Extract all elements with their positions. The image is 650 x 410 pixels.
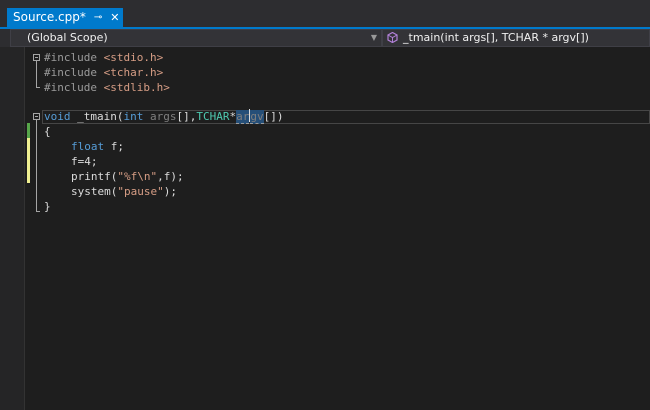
function-label: _tmain(int args[], TCHAR * argv[]): [403, 31, 589, 44]
chevron-down-icon[interactable]: ▼: [371, 30, 377, 46]
editor-gutter: [0, 47, 24, 410]
pin-icon[interactable]: ⊸: [94, 8, 102, 27]
source-code[interactable]: #include <stdio.h> #include <tchar.h> #i…: [44, 47, 283, 229]
assignment: f=4;: [71, 155, 98, 168]
code-line-3: #include <stdlib.h>: [44, 80, 170, 95]
format-string: "%f\n": [117, 170, 158, 183]
document-tab-bar: Source.cpp* ⊸ ✕: [0, 0, 650, 27]
printf-args: ,f);: [157, 170, 184, 183]
variable-decl: f;: [104, 140, 124, 153]
system-args: );: [163, 185, 177, 198]
fold-collapse-icon[interactable]: [33, 54, 40, 61]
open-brace: {: [44, 125, 51, 138]
pause-string: "pause": [117, 185, 164, 198]
function-name: _tmain(: [70, 110, 124, 123]
function-dropdown[interactable]: _tmain(int args[], TCHAR * argv[]): [382, 29, 650, 47]
preprocessor-keyword: #include: [44, 51, 104, 64]
code-line-2: #include <tchar.h>: [44, 65, 163, 80]
preprocessor-keyword: #include: [44, 81, 104, 94]
keyword-int: int: [123, 110, 144, 123]
scope-dropdown[interactable]: (Global Scope) ▼: [10, 29, 382, 47]
code-line-11: }: [44, 199, 51, 214]
gutter-border: [24, 47, 25, 410]
tab-source-cpp[interactable]: Source.cpp* ⊸ ✕: [7, 8, 124, 27]
include-path: <tchar.h>: [103, 66, 164, 79]
printf-call: printf(: [71, 170, 118, 183]
code-line-9: printf("%f\n",f);: [71, 169, 184, 184]
fold-guide-end: [36, 211, 40, 212]
method-cube-icon: [387, 32, 398, 43]
code-line-5: void _tmain(int args[],TCHAR*argv[]): [44, 109, 283, 124]
fold-collapse-icon[interactable]: [33, 113, 40, 120]
unsaved-change-marker: [27, 138, 30, 183]
close-brace: }: [44, 200, 51, 213]
scope-label: (Global Scope): [27, 31, 108, 44]
system-call: system(: [71, 185, 118, 198]
selected-text: ar: [236, 110, 250, 124]
code-line-10: system("pause");: [71, 184, 177, 199]
tab-title: Source.cpp*: [13, 10, 86, 24]
close-icon[interactable]: ✕: [110, 8, 119, 27]
navigation-bar: (Global Scope) ▼ _tmain(int args[], TCHA…: [0, 29, 650, 47]
code-line-1: #include <stdio.h>: [44, 50, 163, 65]
keyword-void: void: [44, 110, 71, 123]
code-line-8: f=4;: [71, 154, 98, 169]
preprocessor-keyword: #include: [44, 66, 104, 79]
include-path: <stdlib.h>: [103, 81, 170, 94]
type-tchar: TCHAR: [196, 110, 230, 123]
code-line-6: {: [44, 124, 51, 139]
fold-guide: [36, 61, 37, 87]
param-args: args: [143, 110, 177, 123]
code-editor[interactable]: #include <stdio.h> #include <tchar.h> #i…: [0, 47, 650, 410]
code-line-7: float f;: [71, 139, 124, 154]
keyword-float: float: [71, 140, 105, 153]
punctuation: []): [263, 110, 284, 123]
fold-guide: [36, 120, 37, 211]
punctuation: [],: [176, 110, 197, 123]
include-path: <stdio.h>: [103, 51, 164, 64]
fold-guide-end: [36, 87, 40, 88]
selected-text: gv: [250, 110, 264, 124]
saved-change-marker: [27, 123, 30, 138]
